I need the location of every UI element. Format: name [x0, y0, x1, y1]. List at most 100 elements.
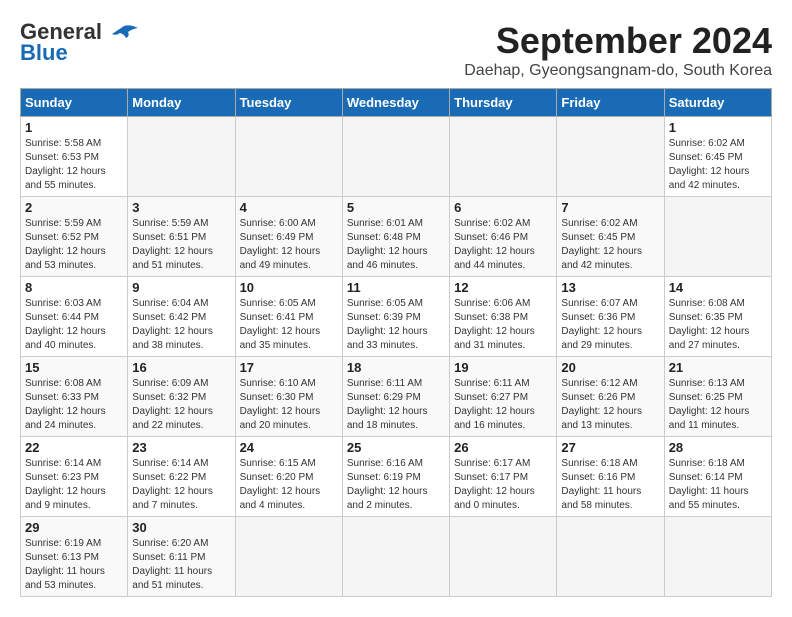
calendar-cell: 14 Sunrise: 6:08 AMSunset: 6:35 PMDayligh…: [664, 277, 771, 357]
calendar-cell: [342, 517, 449, 597]
calendar-cell: 7 Sunrise: 6:02 AMSunset: 6:45 PMDaylight…: [557, 197, 664, 277]
day-number: 8: [25, 280, 123, 295]
cell-info: Sunrise: 6:07 AMSunset: 6:36 PMDaylight:…: [561, 297, 659, 353]
logo-bird-icon: [110, 24, 138, 42]
cell-info: Sunrise: 5:59 AMSunset: 6:51 PMDaylight:…: [132, 217, 230, 273]
calendar-cell: 5 Sunrise: 6:01 AMSunset: 6:48 PMDaylight…: [342, 197, 449, 277]
day-number: 3: [132, 200, 230, 215]
calendar-cell: 6 Sunrise: 6:02 AMSunset: 6:46 PMDaylight…: [450, 197, 557, 277]
calendar-week-row: 1 Sunrise: 5:58 AMSunset: 6:53 PMDaylight…: [21, 117, 772, 197]
cell-info: Sunrise: 6:11 AMSunset: 6:29 PMDaylight:…: [347, 377, 445, 433]
cell-info: Sunrise: 6:01 AMSunset: 6:48 PMDaylight:…: [347, 217, 445, 273]
day-number: 6: [454, 200, 552, 215]
calendar-cell: [128, 117, 235, 197]
cell-info: Sunrise: 6:19 AMSunset: 6:13 PMDaylight:…: [25, 537, 123, 593]
cell-info: Sunrise: 6:08 AMSunset: 6:35 PMDaylight:…: [669, 297, 767, 353]
calendar-cell: 23 Sunrise: 6:14 AMSunset: 6:22 PMDayligh…: [128, 437, 235, 517]
calendar-cell: 22 Sunrise: 6:14 AMSunset: 6:23 PMDayligh…: [21, 437, 128, 517]
calendar-cell: [664, 197, 771, 277]
calendar-cell: 9Sunrise: 6:04 AMSunset: 6:42 PMDaylight…: [128, 277, 235, 357]
cell-info: Sunrise: 6:10 AMSunset: 6:30 PMDaylight:…: [240, 377, 338, 433]
cell-info: Sunrise: 6:02 AMSunset: 6:45 PMDaylight:…: [669, 137, 767, 193]
day-number: 20: [561, 360, 659, 375]
day-number: 7: [561, 200, 659, 215]
day-number: 26: [454, 440, 552, 455]
calendar-cell: 17 Sunrise: 6:10 AMSunset: 6:30 PMDayligh…: [235, 357, 342, 437]
cell-info: Sunrise: 6:14 AMSunset: 6:22 PMDaylight:…: [132, 457, 230, 513]
cell-info: Sunrise: 6:06 AMSunset: 6:38 PMDaylight:…: [454, 297, 552, 353]
day-number: 11: [347, 280, 445, 295]
calendar-cell: [557, 117, 664, 197]
logo-blue-text: Blue: [20, 40, 68, 66]
calendar-cell: 11 Sunrise: 6:05 AMSunset: 6:39 PMDayligh…: [342, 277, 449, 357]
calendar-cell: 30Sunrise: 6:20 AMSunset: 6:11 PMDayligh…: [128, 517, 235, 597]
cell-info: Sunrise: 6:03 AMSunset: 6:44 PMDaylight:…: [25, 297, 123, 353]
cell-info: Sunrise: 5:59 AMSunset: 6:52 PMDaylight:…: [25, 217, 123, 273]
calendar-week-row: 2 Sunrise: 5:59 AMSunset: 6:52 PMDaylight…: [21, 197, 772, 277]
header-tuesday: Tuesday: [235, 89, 342, 117]
day-number: 9: [132, 280, 230, 295]
cell-info: Sunrise: 6:05 AMSunset: 6:39 PMDaylight:…: [347, 297, 445, 353]
calendar-cell: 1 Sunrise: 6:02 AMSunset: 6:45 PMDaylight…: [664, 117, 771, 197]
calendar-cell: 26Sunrise: 6:17 AMSunset: 6:17 PMDayligh…: [450, 437, 557, 517]
day-number: 17: [240, 360, 338, 375]
day-number: 1: [669, 120, 767, 135]
cell-info: Sunrise: 6:02 AMSunset: 6:46 PMDaylight:…: [454, 217, 552, 273]
calendar-week-row: 8 Sunrise: 6:03 AMSunset: 6:44 PMDaylight…: [21, 277, 772, 357]
calendar-cell: [450, 117, 557, 197]
day-number: 28: [669, 440, 767, 455]
calendar-cell: 27Sunrise: 6:18 AMSunset: 6:16 PMDayligh…: [557, 437, 664, 517]
day-number: 23: [132, 440, 230, 455]
calendar-cell: 29Sunrise: 6:19 AMSunset: 6:13 PMDayligh…: [21, 517, 128, 597]
header-thursday: Thursday: [450, 89, 557, 117]
header-sunday: Sunday: [21, 89, 128, 117]
day-number: 5: [347, 200, 445, 215]
day-number: 13: [561, 280, 659, 295]
day-number: 16: [132, 360, 230, 375]
cell-info: Sunrise: 6:09 AMSunset: 6:32 PMDaylight:…: [132, 377, 230, 433]
calendar-cell: 15Sunrise: 6:08 AMSunset: 6:33 PMDayligh…: [21, 357, 128, 437]
cell-info: Sunrise: 6:20 AMSunset: 6:11 PMDaylight:…: [132, 537, 230, 593]
cell-info: Sunrise: 6:18 AMSunset: 6:16 PMDaylight:…: [561, 457, 659, 513]
day-number: 2: [25, 200, 123, 215]
header-wednesday: Wednesday: [342, 89, 449, 117]
day-number: 19: [454, 360, 552, 375]
calendar-cell: [664, 517, 771, 597]
calendar-cell: 12 Sunrise: 6:06 AMSunset: 6:38 PMDayligh…: [450, 277, 557, 357]
calendar-cell: 13 Sunrise: 6:07 AMSunset: 6:36 PMDayligh…: [557, 277, 664, 357]
calendar-cell: 3 Sunrise: 5:59 AMSunset: 6:51 PMDaylight…: [128, 197, 235, 277]
calendar-cell: 28Sunrise: 6:18 AMSunset: 6:14 PMDayligh…: [664, 437, 771, 517]
location-title: Daehap, Gyeongsangnam-do, South Korea: [464, 62, 772, 80]
day-number: 24: [240, 440, 338, 455]
cell-info: Sunrise: 6:14 AMSunset: 6:23 PMDaylight:…: [25, 457, 123, 513]
calendar-cell: 8 Sunrise: 6:03 AMSunset: 6:44 PMDaylight…: [21, 277, 128, 357]
day-number: 12: [454, 280, 552, 295]
month-title: September 2024: [464, 20, 772, 62]
cell-info: Sunrise: 5:58 AMSunset: 6:53 PMDaylight:…: [25, 137, 123, 193]
calendar-cell: 19 Sunrise: 6:11 AMSunset: 6:27 PMDayligh…: [450, 357, 557, 437]
calendar-cell: 16 Sunrise: 6:09 AMSunset: 6:32 PMDayligh…: [128, 357, 235, 437]
calendar-cell: 2 Sunrise: 5:59 AMSunset: 6:52 PMDaylight…: [21, 197, 128, 277]
header-saturday: Saturday: [664, 89, 771, 117]
day-number: 21: [669, 360, 767, 375]
calendar-table: SundayMondayTuesdayWednesdayThursdayFrid…: [20, 88, 772, 597]
day-number: 22: [25, 440, 123, 455]
header-friday: Friday: [557, 89, 664, 117]
logo: General Blue: [20, 20, 138, 66]
calendar-cell: [557, 517, 664, 597]
day-number: 18: [347, 360, 445, 375]
calendar-cell: [235, 517, 342, 597]
cell-info: Sunrise: 6:05 AMSunset: 6:41 PMDaylight:…: [240, 297, 338, 353]
cell-info: Sunrise: 6:02 AMSunset: 6:45 PMDaylight:…: [561, 217, 659, 273]
calendar-cell: [235, 117, 342, 197]
calendar-week-row: 22 Sunrise: 6:14 AMSunset: 6:23 PMDayligh…: [21, 437, 772, 517]
cell-info: Sunrise: 6:12 AMSunset: 6:26 PMDaylight:…: [561, 377, 659, 433]
cell-info: Sunrise: 6:11 AMSunset: 6:27 PMDaylight:…: [454, 377, 552, 433]
calendar-cell: 20 Sunrise: 6:12 AMSunset: 6:26 PMDayligh…: [557, 357, 664, 437]
day-number: 14: [669, 280, 767, 295]
cell-info: Sunrise: 6:08 AMSunset: 6:33 PMDaylight:…: [25, 377, 123, 433]
day-number: 4: [240, 200, 338, 215]
title-area: September 2024 Daehap, Gyeongsangnam-do,…: [464, 20, 772, 80]
header: General Blue September 2024 Daehap, Gyeo…: [20, 20, 772, 80]
calendar-cell: 4Sunrise: 6:00 AMSunset: 6:49 PMDaylight…: [235, 197, 342, 277]
